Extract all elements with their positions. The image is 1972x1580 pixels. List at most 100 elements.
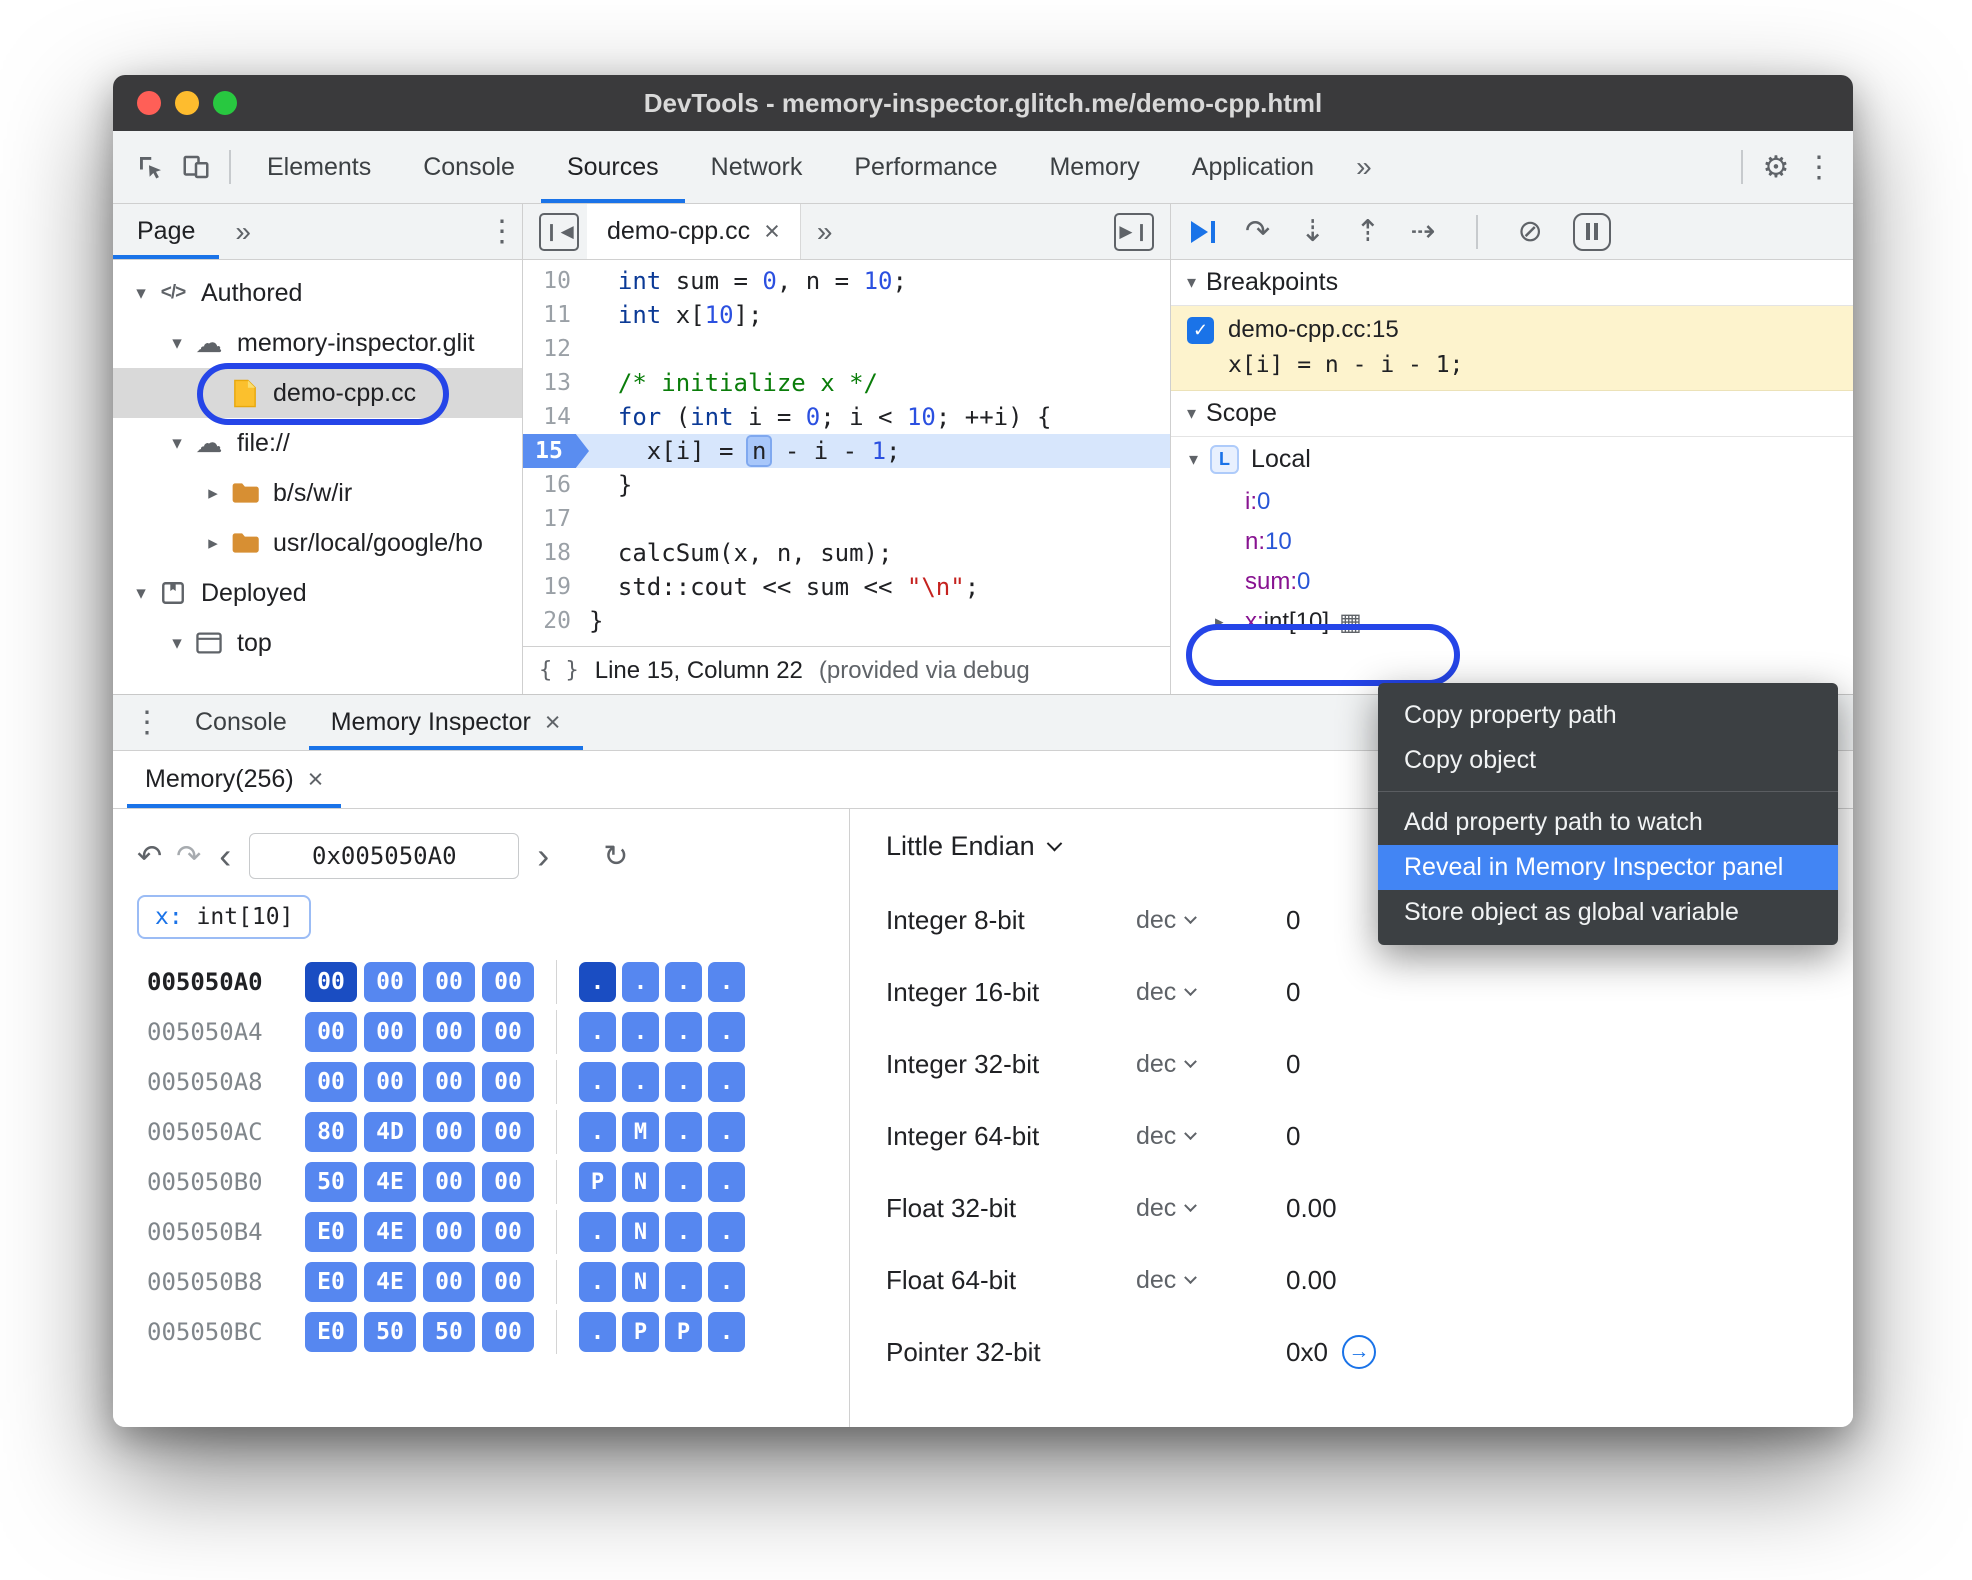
- memory-ascii-char[interactable]: N: [622, 1262, 659, 1302]
- memory-byte[interactable]: 00: [305, 962, 357, 1002]
- step-into-icon[interactable]: ⇣: [1300, 214, 1325, 249]
- scope-variable-n[interactable]: n: 10: [1171, 522, 1853, 562]
- memory-ascii-char[interactable]: .: [665, 962, 702, 1002]
- memory-ascii-char[interactable]: .: [665, 1262, 702, 1302]
- editor-tab-demo-cpp[interactable]: demo-cpp.cc ×: [587, 204, 801, 259]
- line-number[interactable]: 10: [523, 264, 589, 298]
- customize-devtools-icon[interactable]: ⋮: [1799, 150, 1839, 185]
- zoom-window-button[interactable]: [213, 91, 237, 115]
- close-icon[interactable]: ×: [764, 218, 780, 245]
- minimize-window-button[interactable]: [175, 91, 199, 115]
- memory-byte[interactable]: 00: [423, 1212, 475, 1252]
- menu-item-store-object-as-global-variable[interactable]: Store object as global variable: [1378, 890, 1838, 935]
- memory-byte[interactable]: 00: [482, 962, 534, 1002]
- memory-byte[interactable]: 4E: [364, 1212, 416, 1252]
- line-number[interactable]: 16: [523, 468, 589, 502]
- sidebar-item-b-s-w-ir[interactable]: ▸ b/s/w/ir: [113, 468, 522, 518]
- chevron-down-icon[interactable]: ▾: [163, 632, 191, 655]
- close-window-button[interactable]: [137, 91, 161, 115]
- memory-ascii-char[interactable]: P: [665, 1312, 702, 1352]
- memory-ascii-char[interactable]: .: [708, 1312, 745, 1352]
- memory-byte[interactable]: 00: [305, 1062, 357, 1102]
- line-number[interactable]: 14: [523, 400, 589, 434]
- next-page-icon[interactable]: ›: [533, 835, 553, 877]
- toolbar-tab-memory[interactable]: Memory: [1023, 131, 1165, 203]
- memory-ascii-char[interactable]: .: [579, 1262, 616, 1302]
- line-number[interactable]: 17: [523, 502, 589, 536]
- memory-byte[interactable]: 00: [482, 1312, 534, 1352]
- deactivate-breakpoints-icon[interactable]: ⊘: [1518, 214, 1543, 249]
- memory-ascii-char[interactable]: M: [622, 1112, 659, 1152]
- editor-more-tabs-icon[interactable]: »: [801, 216, 849, 248]
- memory-byte[interactable]: 4E: [364, 1162, 416, 1202]
- toolbar-tab-console[interactable]: Console: [397, 131, 541, 203]
- chevron-down-icon[interactable]: ▾: [163, 332, 191, 355]
- breakpoint-entry[interactable]: ✓ demo-cpp.cc:15 x[i] = n - i - 1;: [1171, 306, 1853, 391]
- scope-variable-sum[interactable]: sum: 0: [1171, 562, 1853, 602]
- chevron-right-icon[interactable]: ▸: [199, 532, 227, 555]
- navigator-menu-icon[interactable]: ⋮: [482, 214, 522, 249]
- menu-item-copy-object[interactable]: Copy object: [1378, 738, 1838, 783]
- sidebar-item-demo-cpp-cc[interactable]: demo-cpp.cc: [113, 368, 522, 418]
- close-icon[interactable]: ×: [308, 766, 324, 793]
- memory-ascii-char[interactable]: .: [622, 962, 659, 1002]
- format-select[interactable]: dec: [1136, 1050, 1286, 1079]
- toolbar-tab-sources[interactable]: Sources: [541, 131, 685, 203]
- memory-ascii-char[interactable]: .: [622, 1062, 659, 1102]
- scope-variable-x[interactable]: ▸ x: int[10] ▦: [1171, 602, 1853, 642]
- sidebar-item-deployed[interactable]: ▾ Deployed: [113, 568, 522, 618]
- memory-byte[interactable]: 00: [482, 1262, 534, 1302]
- memory-byte[interactable]: E0: [305, 1312, 357, 1352]
- memory-byte[interactable]: 00: [423, 962, 475, 1002]
- memory-ascii-char[interactable]: .: [708, 1262, 745, 1302]
- memory-ascii-char[interactable]: .: [708, 962, 745, 1002]
- memory-ascii-char[interactable]: .: [579, 1312, 616, 1352]
- memory-ascii-char[interactable]: P: [622, 1312, 659, 1352]
- line-number[interactable]: 18: [523, 536, 589, 570]
- memory-ascii-char[interactable]: .: [665, 1212, 702, 1252]
- variable-highlight-chip[interactable]: x: int[10]: [137, 895, 312, 939]
- format-select[interactable]: dec: [1136, 1122, 1286, 1151]
- format-select[interactable]: dec: [1136, 1266, 1286, 1295]
- window-titlebar[interactable]: DevTools - memory-inspector.glitch.me/de…: [113, 75, 1853, 131]
- memory-byte[interactable]: 00: [364, 962, 416, 1002]
- memory-byte[interactable]: 00: [482, 1012, 534, 1052]
- chevron-down-icon[interactable]: ▾: [163, 432, 191, 455]
- memory-ascii-char[interactable]: .: [579, 1062, 616, 1102]
- sidebar-item-file[interactable]: ▾ ☁ file://: [113, 418, 522, 468]
- drawer-tab-console[interactable]: Console: [173, 695, 309, 750]
- line-number[interactable]: 12: [523, 332, 589, 366]
- navigator-more-tabs-icon[interactable]: »: [219, 216, 267, 248]
- memory-ascii-char[interactable]: .: [708, 1162, 745, 1202]
- memory-byte[interactable]: 4D: [364, 1112, 416, 1152]
- code-editor[interactable]: 10 int sum = 0, n = 10; 11 int x[10]; 12 13…: [523, 260, 1170, 646]
- memory-byte[interactable]: 00: [423, 1262, 475, 1302]
- memory-ascii-char[interactable]: .: [579, 1212, 616, 1252]
- toolbar-tab-performance[interactable]: Performance: [828, 131, 1023, 203]
- memory-ascii-char[interactable]: .: [665, 1062, 702, 1102]
- sidebar-item-memory-inspector-glit[interactable]: ▾ ☁ memory-inspector.glit: [113, 318, 522, 368]
- execution-line-marker[interactable]: 15: [523, 434, 589, 468]
- memory-byte[interactable]: 00: [482, 1112, 534, 1152]
- pause-on-exceptions-icon[interactable]: [1572, 212, 1611, 251]
- line-number[interactable]: 20: [523, 604, 589, 638]
- menu-item-add-property-path-to-watch[interactable]: Add property path to watch: [1378, 800, 1838, 845]
- settings-gear-icon[interactable]: ⚙: [1753, 144, 1799, 190]
- toolbar-tab-elements[interactable]: Elements: [241, 131, 397, 203]
- drawer-menu-icon[interactable]: ⋮: [127, 705, 167, 740]
- memory-ascii-char[interactable]: .: [708, 1012, 745, 1052]
- memory-byte[interactable]: 00: [482, 1162, 534, 1202]
- menu-item-copy-property-path[interactable]: Copy property path: [1378, 693, 1838, 738]
- memory-byte[interactable]: E0: [305, 1262, 357, 1302]
- line-number[interactable]: 19: [523, 570, 589, 604]
- memory-byte[interactable]: 00: [482, 1062, 534, 1102]
- memory-ascii-char[interactable]: .: [708, 1112, 745, 1152]
- format-select[interactable]: dec: [1136, 906, 1286, 935]
- toolbar-tab-application[interactable]: Application: [1166, 131, 1340, 203]
- drawer-tab-memory-inspector[interactable]: Memory Inspector ×: [309, 695, 583, 750]
- jump-to-address-icon[interactable]: →: [1341, 1335, 1376, 1369]
- memory-byte[interactable]: 00: [423, 1062, 475, 1102]
- memory-byte[interactable]: 00: [423, 1162, 475, 1202]
- memory-ascii-char[interactable]: P: [579, 1162, 616, 1202]
- memory-byte[interactable]: 00: [482, 1212, 534, 1252]
